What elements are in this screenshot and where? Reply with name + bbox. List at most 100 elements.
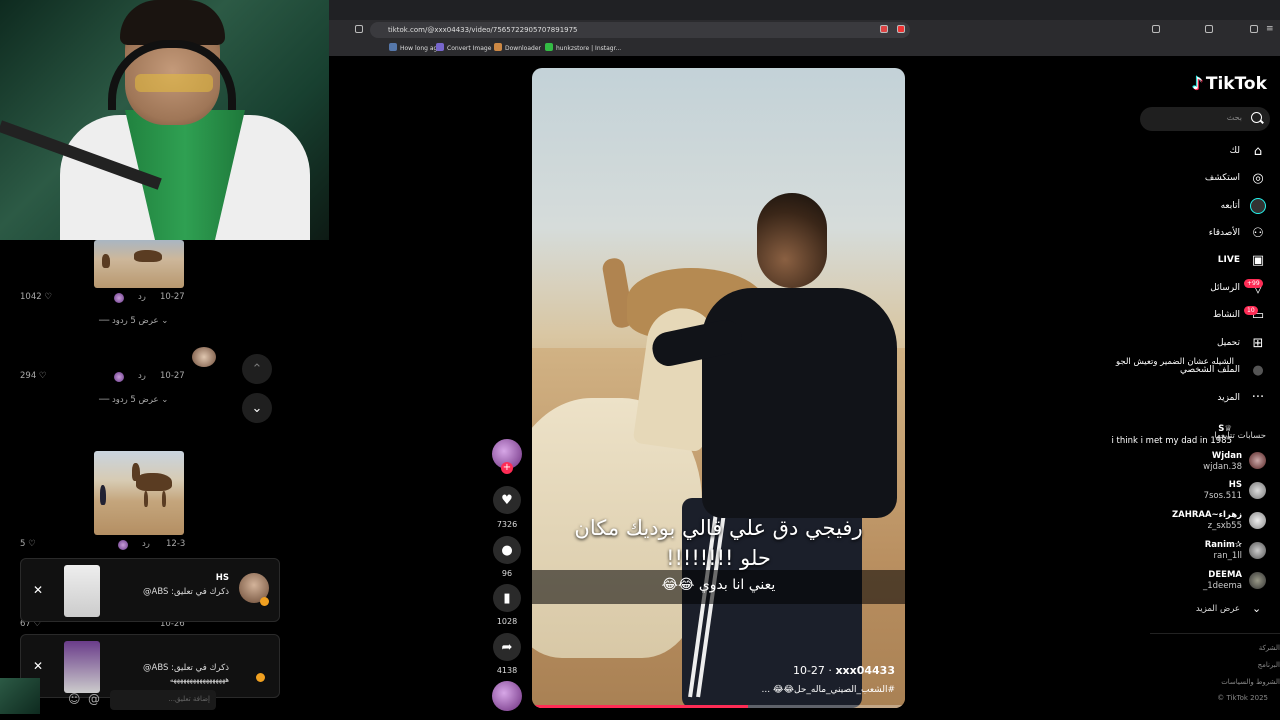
video-caption[interactable]: #الشعب_الصيني_ماله_حل😂😂 ... [762,685,895,695]
comment-image[interactable] [94,240,184,288]
search-placeholder: بحث [1226,113,1242,122]
following-account-name[interactable]: HS [1229,480,1242,490]
following-avatar[interactable] [1249,482,1266,499]
video-progress-bar[interactable] [532,705,905,708]
following-avatar[interactable] [1249,452,1266,469]
notification-text: ذكرك في تعليق: ABS@ [143,587,229,597]
menu-icon[interactable]: ≡ [1266,25,1274,34]
notification-text: ذكرك في تعليق: ABS@ [143,663,229,673]
bookmark-icon[interactable] [355,25,363,33]
share-icon: ➦ [501,639,513,655]
comment-date: 12-3 [166,539,186,549]
comment-author-avatar [118,540,128,550]
save-count: 1028 [496,617,518,626]
badge-icon [256,673,265,682]
bookmark-convert-image[interactable]: Convert Image [436,43,491,52]
footer-company[interactable]: الشركة [1259,644,1280,652]
save-button[interactable]: ▮ [493,584,521,612]
mention-notification[interactable]: ✕ HS ذكرك في تعليق: ABS@ [20,558,280,622]
reply-button[interactable]: رد [138,371,146,381]
following-account-user[interactable]: _1deema [1203,581,1242,591]
more-icon[interactable]: ··· [1250,390,1266,406]
chevron-up-icon: ⌃ [251,361,263,377]
comment-image[interactable] [94,451,184,535]
footer-program[interactable]: البرنامج [1258,661,1280,669]
chevron-down-icon[interactable]: ⌄ [1252,602,1261,615]
bookmark-how-long-ago[interactable]: How long ago [389,43,441,52]
nav-explore[interactable]: استكشف [1205,173,1240,183]
address-bar[interactable]: tiktok.com/@xxx04433/video/7565722905707… [370,22,910,38]
following-account-user[interactable]: ran_1ll [1214,551,1242,561]
nav-friends[interactable]: الأصدقاء [1209,228,1240,238]
nav-upload[interactable]: تحميل [1217,338,1240,348]
profile-icon[interactable]: ● [1250,363,1266,379]
following-account-user[interactable]: 7sos.511 [1204,491,1242,501]
nav-more[interactable]: المزيد [1217,393,1240,403]
video-author[interactable]: 10-27 · xxx04433 [793,664,895,677]
home-icon[interactable]: ⌂ [1250,144,1266,160]
extensions-icon[interactable] [1152,25,1160,33]
bookmark-icon: ▮ [503,590,511,606]
reply-button[interactable]: رد [142,539,150,549]
sound-avatar[interactable] [492,681,522,711]
close-icon[interactable]: ✕ [33,583,43,597]
like-count: 7326 [496,520,518,529]
following-avatar[interactable] [1249,542,1266,559]
previous-video-button[interactable]: ⌃ [242,354,272,384]
video-subtitle: رفيجي دق علي قالي بوديك مكان [574,516,863,540]
follow-plus-icon[interactable]: + [501,462,513,474]
comment-button[interactable]: ● [493,536,521,564]
next-video-button[interactable]: ⌄ [242,393,272,423]
sidebar-icon[interactable] [1205,25,1213,33]
comment-input[interactable]: إضافة تعليق... [110,690,216,710]
shield-icon[interactable] [880,25,888,33]
video-player[interactable]: رفيجي دق علي قالي بوديك مكان حلو !!!!!!!… [532,68,905,708]
friends-icon[interactable]: ⚇ [1250,226,1266,242]
comment-author-avatar[interactable] [192,347,216,367]
following-account-name[interactable]: DEEMA [1208,570,1242,580]
browser-tab-strip [329,0,1280,20]
show-more-button[interactable]: عرض المزيد [1196,604,1240,614]
compass-icon[interactable]: ◎ [1250,171,1266,187]
following-account-user[interactable]: z_sxb55 [1208,521,1242,531]
following-avatar[interactable] [1249,572,1266,589]
reply-button[interactable]: رد [138,292,146,302]
mention-notification[interactable]: ✕ ذكرك في تعليق: ABS@ هههههههههههههههههه [20,634,280,698]
search-input[interactable]: بحث [1140,107,1270,131]
following-account-user[interactable]: wjdan.38 [1203,462,1242,472]
footer-terms[interactable]: الشروط والسياسات [1221,678,1280,686]
tiktok-logo[interactable]: ♪ TikTok [1192,74,1267,94]
following-account-name[interactable]: ZAHRAA~زهراء [1172,510,1242,520]
divider [1150,633,1280,634]
extension-badge-icon[interactable] [897,25,905,33]
shield-browser-icon[interactable] [1250,25,1258,33]
mention-icon[interactable]: @ [88,692,100,706]
bookmark-downloader[interactable]: Downloader [494,43,541,52]
tiktok-note-icon: ♪ [1192,74,1203,94]
live-icon[interactable]: ▣ [1250,253,1266,269]
following-avatar[interactable] [1249,512,1266,529]
following-accounts-title: حسابات تتابعها [1214,431,1266,441]
view-replies-button[interactable]: ⌄ عرض 5 ردود ── [99,395,168,405]
nav-following[interactable]: أتابعه [1221,201,1240,211]
nav-for-you[interactable]: لك [1230,146,1240,156]
following-icon[interactable] [1250,198,1266,214]
share-button[interactable]: ➦ [493,633,521,661]
notification-thumbnail [64,641,100,693]
close-icon[interactable]: ✕ [33,659,43,673]
emoji-icon[interactable]: ☺ [68,692,81,706]
nav-profile[interactable]: الملف الشخصي [1180,365,1240,375]
comment-like-count[interactable]: 5 ♡ [20,539,36,549]
activity-badge: 10 [1244,306,1258,315]
bookmark-instagram[interactable]: hunkzstore | Instagr... [545,43,621,52]
view-replies-button[interactable]: ⌄ عرض 5 ردود ── [99,316,168,326]
nav-activity[interactable]: النشاط [1213,310,1240,320]
upload-icon[interactable]: ⊞ [1250,336,1266,352]
following-account-name[interactable]: Wjdan [1212,451,1242,461]
following-account-name[interactable]: Ranim✰ [1205,540,1242,550]
nav-messages[interactable]: الرسائل [1210,283,1240,293]
nav-live[interactable]: LIVE [1218,255,1240,265]
like-button[interactable]: ♥ [493,486,521,514]
comment-like-count[interactable]: 294 ♡ [20,371,47,381]
comment-like-count[interactable]: 1042 ♡ [20,292,52,302]
